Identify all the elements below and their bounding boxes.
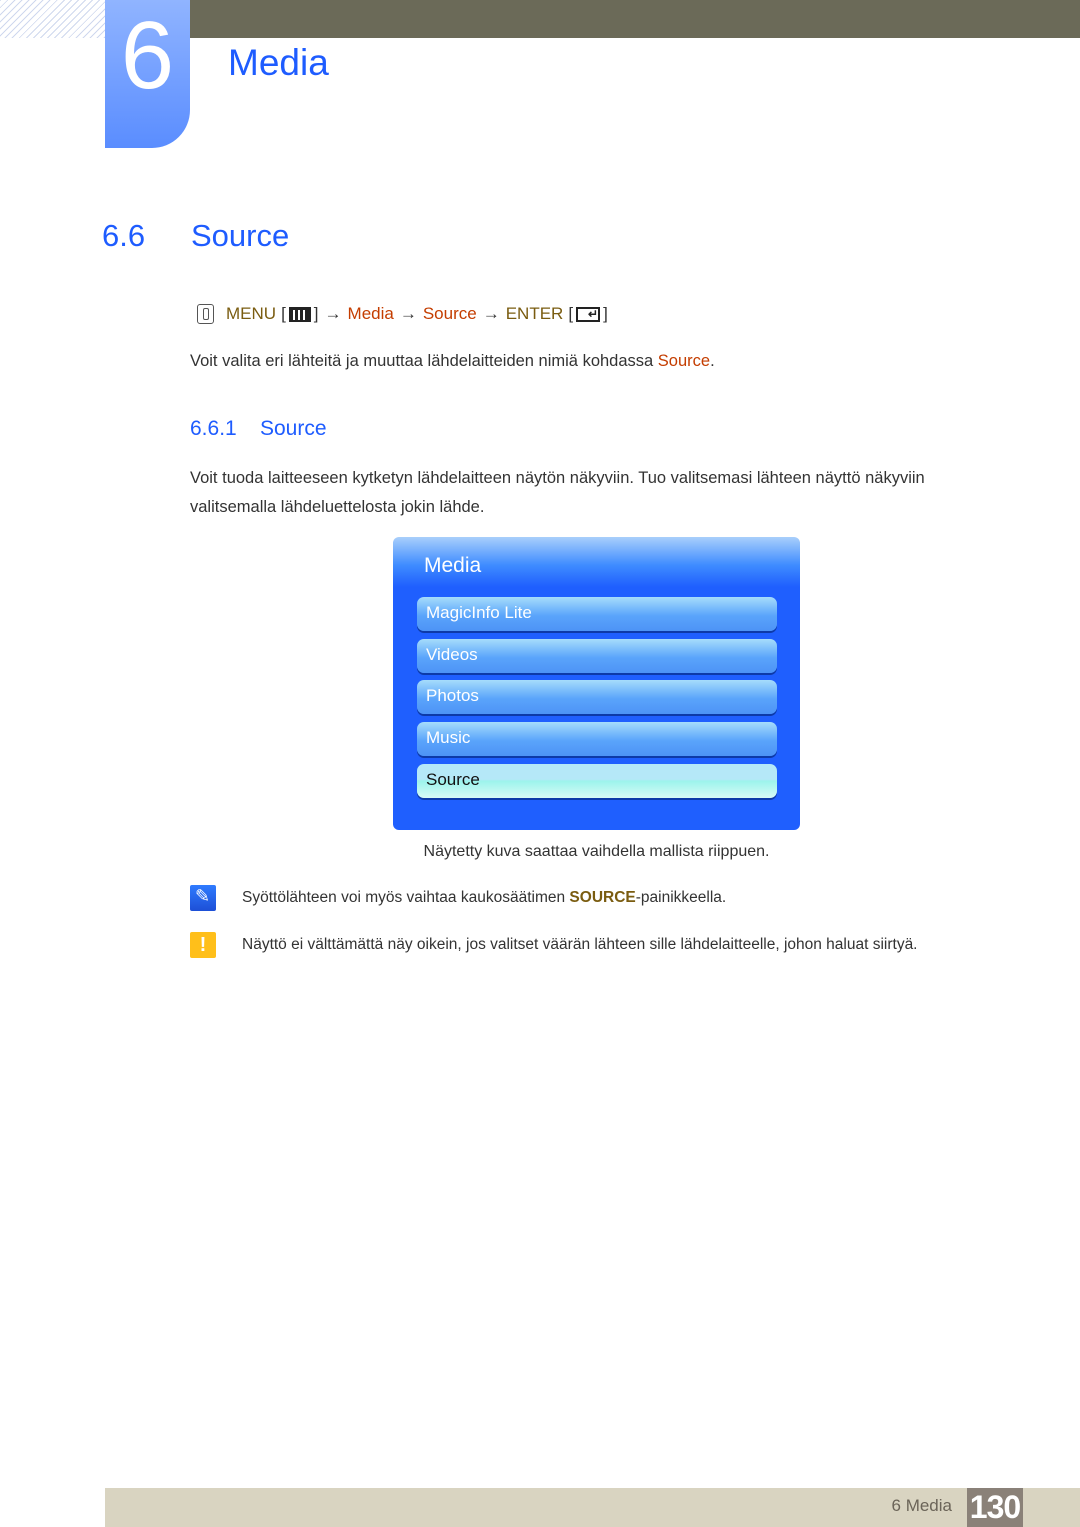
note-text-after: -painikkeella. [635,889,727,906]
section-title: Source [191,218,290,253]
enter-label: ENTER [505,304,564,323]
osd-menu-item-music[interactable]: Music [417,722,777,756]
menu-path: MENU [ ] → Media → Source → ENTER [ ↵ ] [197,302,608,326]
osd-menu-item-photos[interactable]: Photos [417,680,777,714]
arrow: → [482,304,500,323]
note-highlight: SOURCE [569,889,636,906]
warning-item: ! Näyttö ei välttämättä näy oikein, jos … [190,931,918,959]
subsection-heading: 6.6.1 Source [190,414,327,444]
menu-path-source: Source [422,304,477,323]
warning-text: Näyttö ei välttämättä näy oikein, jos va… [242,936,918,953]
note-pen-icon [190,885,216,911]
subsection-title: Source [260,417,327,440]
bracket-close: ] [313,304,319,323]
menu-path-media: Media [347,304,394,323]
hand-remote-icon [197,304,214,324]
note-text-before: Syöttölähteen voi myös vaihtaa kaukosäät… [242,889,570,906]
section-heading: 6.6 Source [102,214,289,258]
bracket-open: [ [568,304,574,323]
arrow: → [324,304,342,323]
note-item: Syöttölähteen voi myös vaihtaa kaukosäät… [190,884,726,912]
note-text: Syöttölähteen voi myös vaihtaa kaukosäät… [242,884,726,912]
chapter-title: Media [228,42,329,83]
footer-chapter-label: 6 Media [891,1496,952,1515]
description-paragraph: Voit tuoda laitteeseen kytketyn lähdelai… [190,464,925,522]
osd-media-menu: Media MagicInfo Lite Videos Photos Music… [393,537,800,830]
bracket-close: ] [603,304,608,323]
intro-end: . [710,352,715,370]
bracket-open: [ [281,304,286,323]
image-caption: Näytetty kuva saattaa vaihdella mallista… [423,843,770,860]
header-hatch-decoration [0,0,105,38]
osd-menu-item-videos[interactable]: Videos [417,639,777,673]
menu-button-icon [288,306,311,322]
intro-paragraph: Voit valita eri lähteitä ja muuttaa lähd… [190,347,715,376]
enter-button-icon: ↵ [576,306,601,322]
osd-menu-item-source[interactable]: Source [417,764,777,798]
menu-label: MENU [226,304,277,323]
arrow: → [399,304,417,323]
chapter-number-tab: 6 [105,0,190,148]
description-line-2: valitsemalla lähdeluettelosta jokin lähd… [190,498,485,516]
warning-icon: ! [190,932,216,958]
subsection-number: 6.6.1 [190,417,237,440]
osd-menu-item-magicinfo-lite[interactable]: MagicInfo Lite [417,597,777,631]
page-footer: 6 Media 130 [105,1488,1080,1527]
page-number: 130 [967,1488,1023,1527]
section-number: 6.6 [102,218,146,253]
header-bar [190,0,1080,38]
intro-text: Voit valita eri lähteitä ja muuttaa lähd… [190,352,658,370]
intro-highlight: Source [657,352,711,370]
description-line-1: Voit tuoda laitteeseen kytketyn lähdelai… [190,469,925,487]
osd-menu-title: Media [424,554,482,577]
